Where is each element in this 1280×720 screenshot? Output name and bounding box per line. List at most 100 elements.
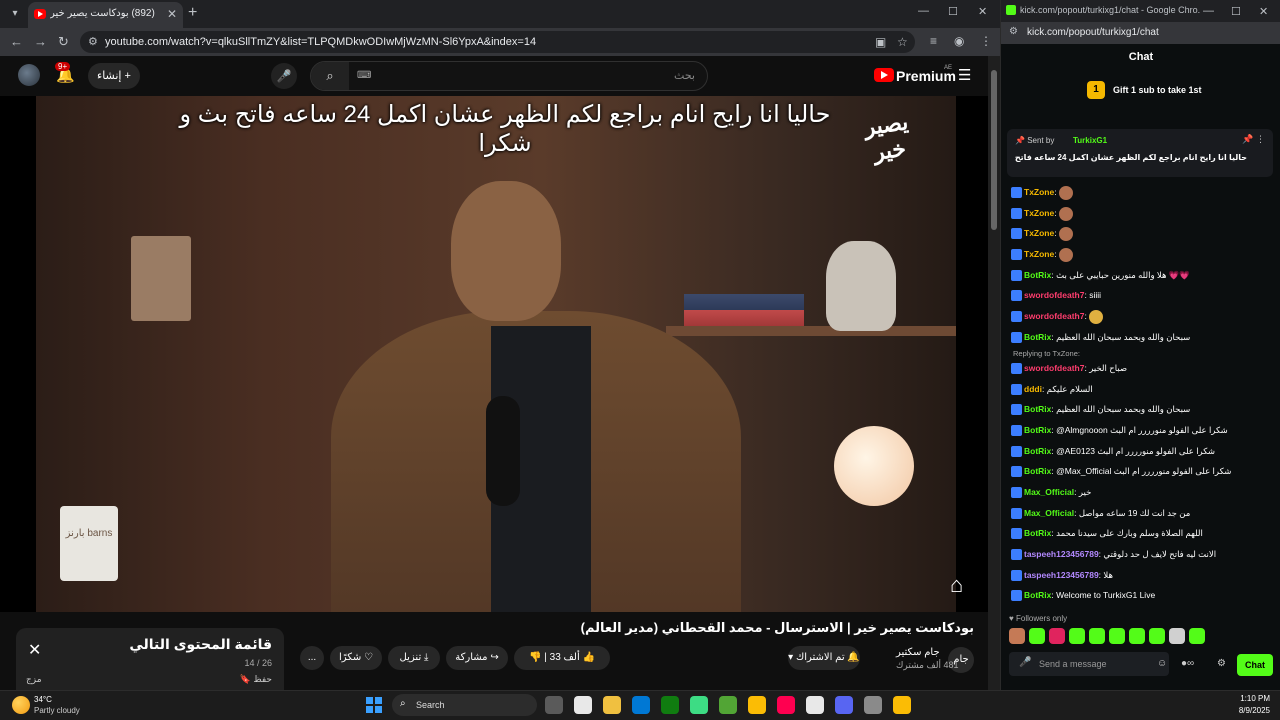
chat-message[interactable]: BotRix: سبحان والله وبحمد سبحان الله الع… bbox=[1011, 400, 1273, 418]
subscribed-button[interactable]: ▾ تم الاشتراك 🔔 bbox=[788, 646, 860, 670]
emote-icon[interactable] bbox=[1049, 628, 1065, 644]
chat-message[interactable]: BotRix: Welcome to TurkixG1 Live bbox=[1011, 586, 1273, 604]
new-tab-icon[interactable]: + bbox=[188, 4, 197, 22]
app-icon[interactable] bbox=[806, 696, 824, 714]
chat-input[interactable]: 🎤 Send a message ☺ bbox=[1009, 652, 1169, 676]
tab-close-icon[interactable]: ✕ bbox=[167, 7, 177, 21]
chat-message[interactable]: swordofdeath7: صباح الخير bbox=[1011, 359, 1273, 377]
app-icon[interactable] bbox=[690, 696, 708, 714]
keyboard-icon[interactable]: ⌨ bbox=[357, 70, 371, 81]
browser-menu-icon[interactable]: ⋮ bbox=[980, 34, 992, 48]
chat-username[interactable]: taspeeh123456789 bbox=[1024, 549, 1099, 559]
chat-message[interactable]: BotRix: @Almgnooon شكرا على الفولو منورر… bbox=[1011, 421, 1273, 439]
create-button[interactable]: إنشاء + bbox=[88, 63, 140, 89]
chat-username[interactable]: BotRix bbox=[1024, 425, 1051, 435]
app-icon[interactable] bbox=[632, 696, 650, 714]
app-icon[interactable] bbox=[864, 696, 882, 714]
chat-username[interactable]: TxZone bbox=[1024, 249, 1054, 259]
minecraft-icon[interactable] bbox=[719, 696, 737, 714]
reload-icon[interactable]: ↻ bbox=[58, 34, 69, 50]
back-icon[interactable]: ← bbox=[10, 34, 23, 49]
emote-icon[interactable] bbox=[1089, 628, 1105, 644]
chat-username[interactable]: BotRix bbox=[1024, 446, 1051, 456]
send-chat-button[interactable]: Chat bbox=[1237, 654, 1273, 676]
channel-name[interactable]: جام سكتير bbox=[896, 647, 940, 658]
chrome-active-icon[interactable] bbox=[893, 696, 911, 714]
emote-icon[interactable] bbox=[1129, 628, 1145, 644]
playlist-save-button[interactable]: 🔖 حفظ bbox=[240, 674, 272, 685]
more-actions-button[interactable]: ... bbox=[300, 646, 324, 670]
pin-options-icon[interactable]: 📌 ⋮ bbox=[1242, 134, 1265, 145]
emoji-picker-icon[interactable]: ☺ bbox=[1157, 658, 1167, 669]
points-icon[interactable]: ●∞ bbox=[1181, 658, 1194, 669]
taskbar-search[interactable]: ⌕ Search bbox=[392, 694, 537, 716]
emote-icon[interactable] bbox=[1169, 628, 1185, 644]
pinned-user[interactable]: TurkixG1 bbox=[1073, 136, 1107, 145]
chrome-icon[interactable] bbox=[748, 696, 766, 714]
page-scrollbar[interactable] bbox=[988, 56, 1000, 690]
like-dislike-button[interactable]: 👎 | 33 ألف 👍 bbox=[514, 646, 610, 670]
download-button[interactable]: تنزيل ⤓ bbox=[388, 646, 440, 670]
chat-username[interactable]: BotRix bbox=[1024, 590, 1051, 600]
chat-username[interactable]: taspeeh123456789 bbox=[1024, 570, 1099, 580]
chat-message[interactable]: TxZone: bbox=[1011, 183, 1273, 201]
chat-message[interactable]: taspeeh123456789: الانت ليه فاتح لايف ل … bbox=[1011, 545, 1273, 563]
chat-username[interactable]: TxZone bbox=[1024, 228, 1054, 238]
minimize-icon[interactable]: — bbox=[918, 5, 929, 17]
discord-icon[interactable] bbox=[835, 696, 853, 714]
playlist-close-icon[interactable]: ✕ bbox=[28, 640, 41, 660]
kick-site-info-icon[interactable]: ⚙ bbox=[1009, 26, 1018, 37]
chat-message[interactable]: dddi: السلام عليكم bbox=[1011, 380, 1273, 398]
forward-icon[interactable]: → bbox=[34, 34, 47, 49]
bookmark-star-icon[interactable]: ☆ bbox=[897, 35, 908, 49]
chat-username[interactable]: BotRix bbox=[1024, 404, 1051, 414]
youtube-logo-icon[interactable] bbox=[874, 68, 894, 82]
tab-search-icon[interactable]: ▾ bbox=[6, 5, 24, 23]
xbox-icon[interactable] bbox=[661, 696, 679, 714]
video-player[interactable]: بارنز barns حاليا انا رايح انام براجع لك… bbox=[0, 96, 988, 612]
task-view-icon[interactable] bbox=[545, 696, 563, 714]
kick-maximize-icon[interactable]: ☐ bbox=[1231, 5, 1241, 18]
kick-close-icon[interactable]: ✕ bbox=[1259, 5, 1268, 18]
search-icon[interactable]: ⌕ bbox=[311, 62, 349, 90]
chat-username[interactable]: swordofdeath7 bbox=[1024, 363, 1084, 373]
chat-message[interactable]: swordofdeath7: siiii bbox=[1011, 286, 1273, 304]
chat-username[interactable]: BotRix bbox=[1024, 332, 1051, 342]
chat-username[interactable]: swordofdeath7 bbox=[1024, 311, 1084, 321]
emote-icon[interactable] bbox=[1009, 628, 1025, 644]
chat-username[interactable]: dddi bbox=[1024, 384, 1042, 394]
thanks-button[interactable]: شكرًا ♡ bbox=[330, 646, 382, 670]
file-icon[interactable] bbox=[574, 696, 592, 714]
chat-message[interactable]: TxZone: bbox=[1011, 204, 1273, 222]
chat-message-list[interactable]: TxZone: TxZone: TxZone: TxZone: BotRix: … bbox=[1001, 183, 1273, 613]
voice-search-icon[interactable]: 🎤 bbox=[271, 63, 297, 89]
chat-message[interactable]: BotRix: هلا والله منورين حبايبي على بث 💗… bbox=[1011, 266, 1273, 284]
search-box[interactable]: ⌕ ⌨ بحث bbox=[310, 61, 708, 91]
chat-message[interactable]: TxZone: bbox=[1011, 224, 1273, 242]
hamburger-menu-icon[interactable]: ☰ bbox=[958, 66, 971, 84]
chat-username[interactable]: Max_Official bbox=[1024, 487, 1074, 497]
chat-message[interactable]: Max_Official: من جد انت لك 19 ساعه مواصل bbox=[1011, 504, 1273, 522]
tab-youtube[interactable]: (892) بودكاست يصير خير ✕ bbox=[28, 2, 183, 28]
chat-username[interactable]: swordofdeath7 bbox=[1024, 290, 1084, 300]
app-icon[interactable] bbox=[603, 696, 621, 714]
address-bar[interactable]: ⚙ youtube.com/watch?v=qlkuSllTmZY&list=T… bbox=[80, 31, 915, 53]
emote-icon[interactable] bbox=[1109, 628, 1125, 644]
share-button[interactable]: مشاركة ↪ bbox=[446, 646, 508, 670]
chat-username[interactable]: BotRix bbox=[1024, 528, 1051, 538]
emote-icon[interactable] bbox=[1069, 628, 1085, 644]
weather-icon[interactable] bbox=[12, 696, 30, 714]
chat-username[interactable]: BotRix bbox=[1024, 270, 1051, 280]
profile-icon[interactable]: ◉ bbox=[954, 34, 964, 48]
tiktok-icon[interactable] bbox=[777, 696, 795, 714]
chat-identity-icon[interactable]: 🎤 bbox=[1019, 657, 1031, 668]
clock-date[interactable]: 8/9/2025 bbox=[1224, 706, 1270, 715]
chat-username[interactable]: Max_Official bbox=[1024, 508, 1074, 518]
account-avatar[interactable] bbox=[18, 64, 40, 86]
gift-sub-banner[interactable]: 1 Gift 1 sub to take 1st bbox=[1001, 76, 1280, 106]
cast-icon[interactable]: ▣ bbox=[875, 35, 886, 49]
chat-settings-icon[interactable]: ⚙ bbox=[1217, 658, 1226, 669]
emote-icon[interactable] bbox=[1029, 628, 1045, 644]
chat-message[interactable]: BotRix: @Max_Official شكرا على الفولو من… bbox=[1011, 462, 1273, 480]
kick-minimize-icon[interactable]: — bbox=[1203, 5, 1214, 17]
